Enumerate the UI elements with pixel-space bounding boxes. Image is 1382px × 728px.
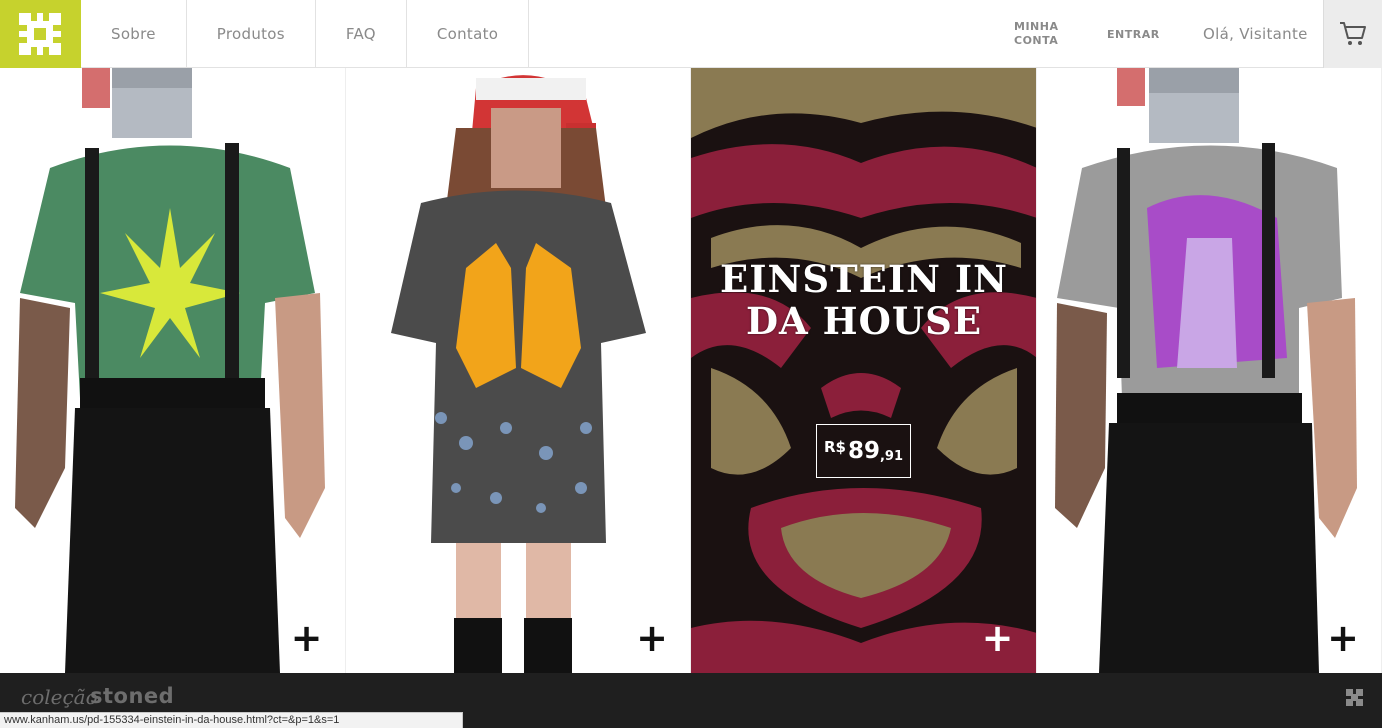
expand-icon[interactable]: +	[291, 619, 323, 657]
product-photo	[390, 75, 646, 673]
logo-link[interactable]	[0, 0, 81, 68]
expand-icon[interactable]: +	[982, 619, 1014, 657]
product-photo	[15, 68, 325, 673]
greeting-text: Olá, Visitante	[1203, 25, 1308, 43]
product-grid: + + EINSTEIN IN DA HOUSE R$ 89 ,91 + +	[0, 68, 1382, 673]
kanham-mark-icon[interactable]	[1344, 687, 1370, 713]
my-account-label-line2: CONTA	[1014, 34, 1059, 47]
my-account-label-line1: MINHA	[1014, 20, 1059, 33]
collection-label: coleção	[21, 685, 98, 709]
browser-status-url: www.kanham.us/pd-155334-einstein-in-da-h…	[0, 712, 463, 728]
featured-artwork	[691, 68, 1036, 673]
nav-produtos[interactable]: Produtos	[187, 0, 316, 68]
kanham-logo-icon	[17, 11, 63, 57]
price-currency: R$	[823, 438, 846, 456]
my-account-link[interactable]: MINHA CONTA	[1014, 0, 1058, 68]
collection-name[interactable]: stoned	[90, 684, 174, 708]
nav-contato[interactable]: Contato	[407, 0, 530, 68]
nav-faq[interactable]: FAQ	[316, 0, 407, 68]
product-card[interactable]: +	[1036, 68, 1382, 673]
nav-sobre[interactable]: Sobre	[81, 0, 187, 68]
price-tag: R$ 89 ,91	[816, 424, 911, 478]
price-decimal: ,91	[879, 448, 904, 464]
product-card[interactable]: +	[0, 68, 346, 673]
expand-icon[interactable]: +	[1327, 619, 1359, 657]
featured-product-title: EINSTEIN IN DA HOUSE	[720, 257, 1008, 343]
login-link[interactable]: ENTRAR	[1107, 0, 1160, 68]
cart-icon	[1340, 22, 1366, 45]
cart-button[interactable]	[1323, 0, 1382, 68]
featured-product-card[interactable]: EINSTEIN IN DA HOUSE R$ 89 ,91 +	[691, 68, 1037, 673]
expand-icon[interactable]: +	[636, 619, 668, 657]
site-header: Sobre Produtos FAQ Contato MINHA CONTA E…	[0, 0, 1382, 68]
main-nav: Sobre Produtos FAQ Contato	[81, 0, 530, 68]
product-photo	[1054, 68, 1357, 673]
product-card[interactable]: +	[345, 68, 691, 673]
price-integer: 89	[847, 438, 880, 464]
